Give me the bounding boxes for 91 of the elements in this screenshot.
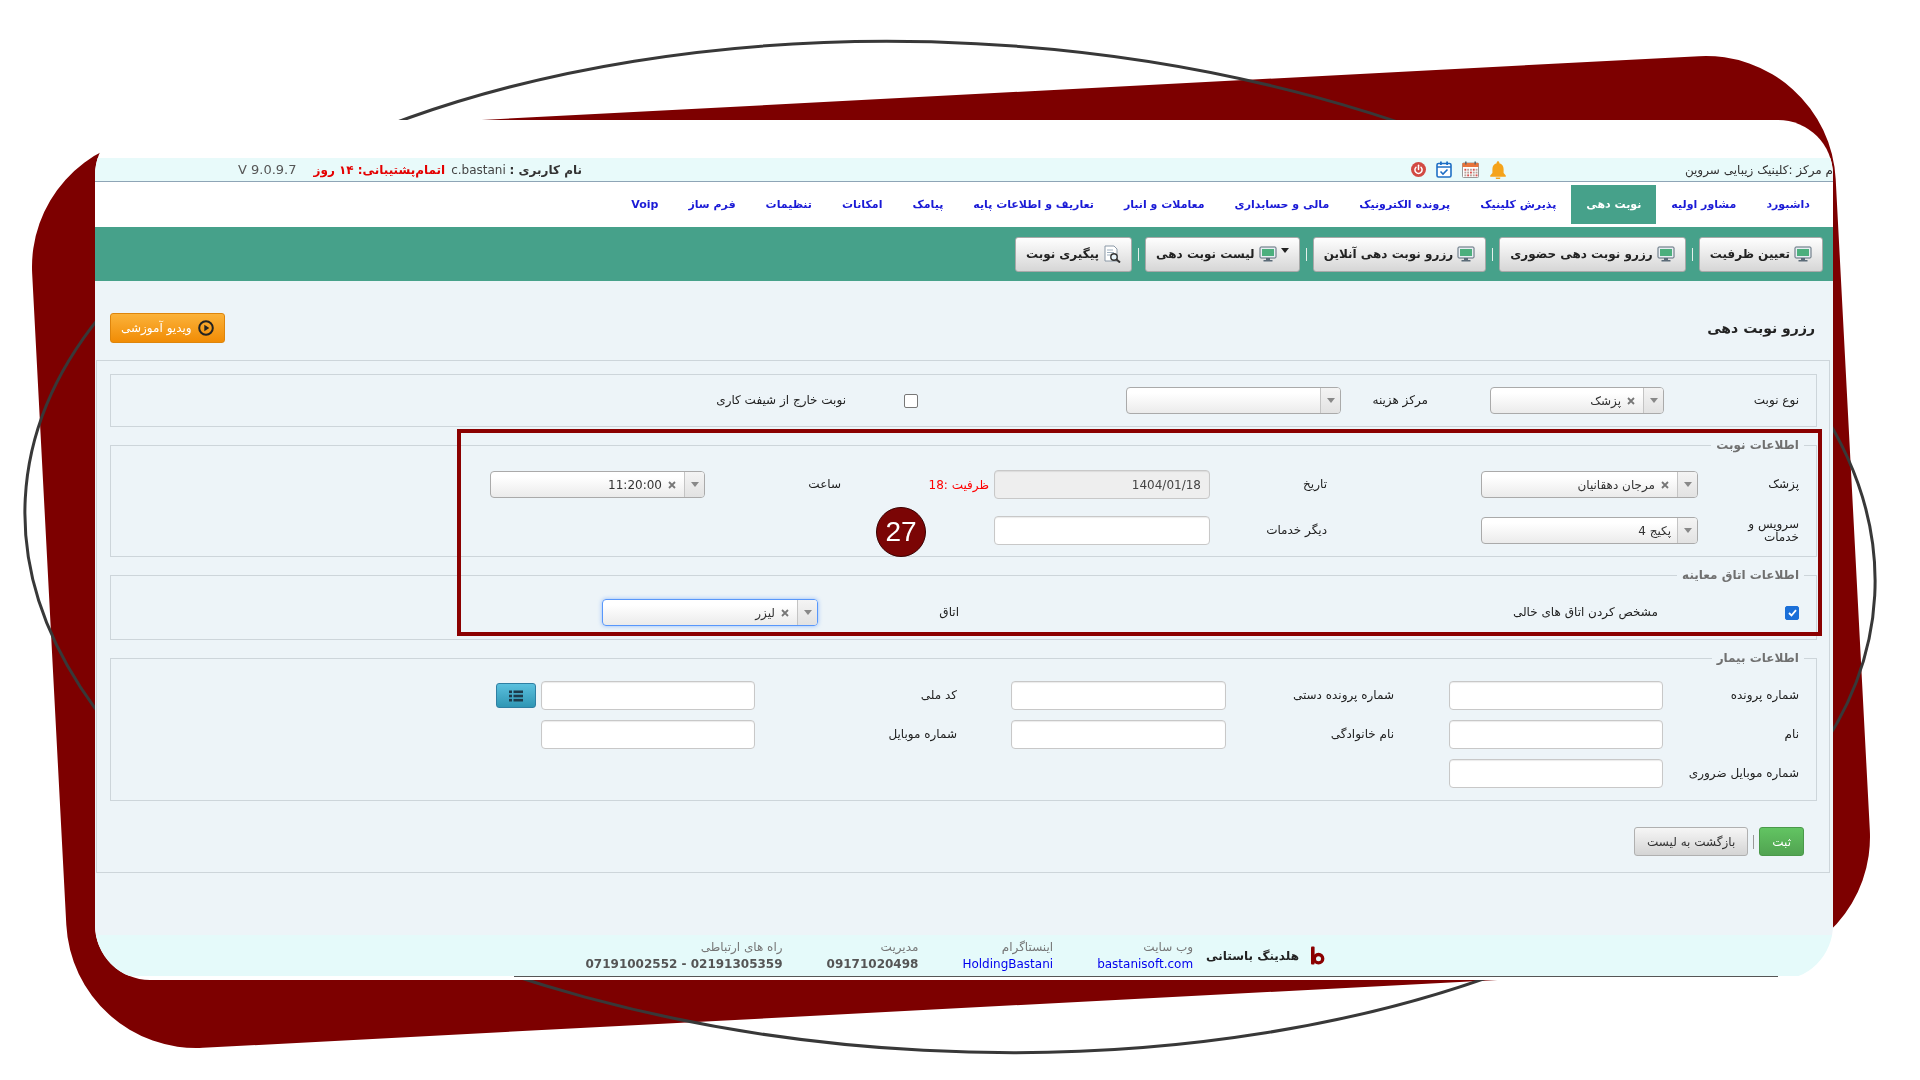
monitor-icon xyxy=(1656,246,1675,262)
toolbar-button[interactable]: تعیین ظرفیت xyxy=(1698,236,1823,272)
section-legend: اطلاعات بیمار xyxy=(1711,651,1804,666)
back-to-list-button[interactable]: بازگشت به لیست xyxy=(1634,827,1749,856)
field-label: پزشک xyxy=(1768,478,1799,491)
nav-tab[interactable]: فرم ساز xyxy=(673,185,751,224)
input-field[interactable] xyxy=(541,720,755,749)
caret-icon xyxy=(1683,528,1692,533)
toolbar-button[interactable]: رزرو نوبت دهی آنلاین xyxy=(1312,236,1487,272)
input-field[interactable] xyxy=(1449,759,1663,788)
document-search-icon xyxy=(1103,245,1122,263)
contact-value: 07191002552 - 02191305359 xyxy=(585,955,783,973)
contact-link[interactable]: bastanisoft.com xyxy=(1097,955,1194,973)
section-legend: اطلاعات اتاق معاینه xyxy=(1677,568,1804,583)
select-field[interactable]: مرجان دهقانیان xyxy=(1481,471,1698,498)
contact-link[interactable]: HoldingBastani xyxy=(962,955,1054,973)
play-icon xyxy=(197,320,214,336)
company-name: هلدینگ باستانی xyxy=(1206,948,1299,963)
center-name: م مرکز :کلینیک زیبایی سروین xyxy=(1684,162,1833,177)
checkbox[interactable] xyxy=(904,393,918,408)
clear-icon[interactable] xyxy=(781,608,789,617)
version-label: V 9.0.9.7 xyxy=(238,162,297,177)
nav-tab[interactable]: Voip xyxy=(616,185,674,224)
field-label: شماره موبایل ضروری xyxy=(1688,767,1799,780)
field-label: نوبت خارج از شیفت کاری xyxy=(716,394,846,407)
toolbar-button[interactable]: رزرو نوبت دهی حضوری xyxy=(1499,236,1686,272)
select-field[interactable] xyxy=(1126,387,1341,414)
nav-tab[interactable]: پیامک xyxy=(897,185,959,224)
clear-icon[interactable] xyxy=(1627,396,1635,405)
page-title: رزرو نوبت دهی xyxy=(1707,319,1815,339)
monitor-icon xyxy=(1258,246,1277,262)
nav-tab[interactable]: امکانات xyxy=(827,185,898,224)
field-label: نام xyxy=(1784,728,1799,741)
input-field[interactable] xyxy=(1449,720,1663,749)
select-field[interactable]: لیزر xyxy=(602,599,818,626)
toolbar-button[interactable]: پیگیری نوبت xyxy=(1014,236,1133,272)
field-label: کد ملی xyxy=(920,689,957,702)
field-label: شماره پرونده xyxy=(1730,689,1799,702)
select-field[interactable]: پکیج 4 xyxy=(1481,517,1698,544)
caret-icon xyxy=(1326,398,1335,403)
logo-icon xyxy=(1310,946,1325,965)
nav-tab[interactable]: تنظیمات xyxy=(750,185,827,224)
monitor-icon xyxy=(1794,246,1812,262)
clear-icon[interactable] xyxy=(668,480,676,489)
select-field[interactable]: 11:20:00 xyxy=(490,471,705,498)
field-label: سرویس و خدمات xyxy=(1746,517,1799,544)
input-field[interactable] xyxy=(1011,720,1226,749)
power-icon[interactable] xyxy=(1410,162,1426,177)
field-label: مشخص کردن اتاق های خالی xyxy=(1512,606,1658,619)
calendar-check-icon[interactable] xyxy=(1435,161,1452,178)
calendar-icon[interactable] xyxy=(1461,161,1479,178)
monitor-icon xyxy=(1457,246,1476,262)
input-field[interactable] xyxy=(541,681,755,710)
contact-value: 09171020498 xyxy=(826,955,919,973)
caret-icon xyxy=(690,482,699,487)
list-icon xyxy=(509,689,523,702)
contact-label: اینستاگرام xyxy=(1000,938,1054,956)
caret-icon xyxy=(1649,398,1658,403)
field-label: مرکز هزینه xyxy=(1372,394,1428,407)
nav-tab[interactable]: تعاریف و اطلاعات پایه xyxy=(958,185,1109,224)
nav-tab[interactable]: پذیرش کلینیک xyxy=(1465,185,1572,224)
input-field[interactable] xyxy=(994,516,1210,545)
field-label: شماره موبایل xyxy=(888,728,957,741)
contact-label: راه های ارتباطی xyxy=(699,938,783,956)
field-label: اتاق xyxy=(939,606,959,619)
section-legend: اطلاعات نوبت xyxy=(1711,438,1804,453)
caret-icon xyxy=(1683,482,1692,487)
caret-icon xyxy=(803,610,812,615)
support-expiry-text: اتمام‌پشتیبانی: ۱۴ روز xyxy=(313,162,446,177)
input-field[interactable] xyxy=(1449,681,1663,710)
field-label: ساعت xyxy=(808,478,841,491)
field-label: نام خانوادگی xyxy=(1330,728,1394,741)
nav-tab[interactable]: مشاور اولیه xyxy=(1656,185,1752,224)
nav-tab[interactable]: داشبورد xyxy=(1751,185,1825,224)
capacity-text: ظرفیت :18 xyxy=(928,477,990,492)
checkbox[interactable] xyxy=(1785,605,1799,620)
nav-tab[interactable]: معاملات و انبار xyxy=(1108,185,1220,224)
clear-icon[interactable] xyxy=(1661,480,1669,489)
list-button[interactable] xyxy=(496,683,536,708)
contact-label: مدیریت xyxy=(879,938,919,956)
nav-tab[interactable]: مالی و حسابداری xyxy=(1219,185,1345,224)
field-label: نوع نوبت xyxy=(1753,394,1799,407)
step-badge: 27 xyxy=(876,507,926,557)
select-field[interactable]: پزشک xyxy=(1490,387,1664,414)
input-field[interactable] xyxy=(1011,681,1226,710)
toolbar-button[interactable]: لیست نوبت دهی xyxy=(1145,236,1300,272)
field-label: شماره پرونده دستی xyxy=(1292,689,1394,702)
field-label: دیگر خدمات xyxy=(1266,524,1327,537)
contact-label: وب سایت xyxy=(1142,938,1194,956)
field-label: تاریخ xyxy=(1303,478,1327,491)
nav-tab[interactable]: پرونده الکترونیک xyxy=(1344,185,1466,224)
